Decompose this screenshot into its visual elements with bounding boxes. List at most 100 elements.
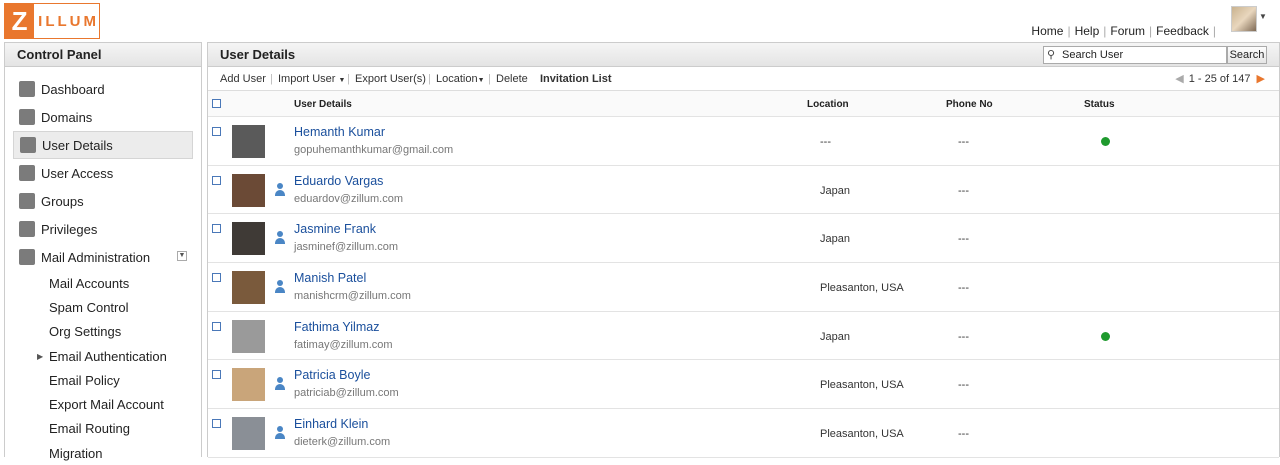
avatar: [232, 271, 265, 305]
sidebar-subitem-email-authentication[interactable]: ▶ Email Authentication: [5, 344, 201, 368]
export-users-button[interactable]: Export User(s): [355, 73, 426, 85]
feedback-link[interactable]: Feedback: [1156, 24, 1209, 38]
user-icon: [274, 231, 286, 245]
sidebar-item-mail-administration[interactable]: Mail Administration ▼: [13, 243, 193, 271]
sidebar-item-groups[interactable]: Groups: [13, 187, 193, 215]
import-user-button[interactable]: Import User ▼: [278, 73, 345, 85]
row-checkbox[interactable]: [212, 175, 221, 185]
table-row[interactable]: Patricia Boyle patriciab@zillum.com Pleasa…: [208, 360, 1279, 410]
user-icon: [274, 280, 286, 294]
user-phone: ---: [958, 233, 969, 246]
pager: ◀ 1 - 25 of 147 ▶: [1175, 72, 1265, 85]
toolbar: Add User | Import User ▼ | Export User(s…: [208, 67, 1279, 91]
expand-triangle-icon[interactable]: ▶: [37, 352, 43, 361]
caret-down-icon[interactable]: ▼: [1259, 12, 1267, 21]
table-row[interactable]: Manish Patel manishcrm@zillum.com Pleasant…: [208, 263, 1279, 312]
home-link[interactable]: Home: [1031, 24, 1063, 38]
sidebar-subitem-export-mail-account[interactable]: Export Mail Account: [5, 392, 201, 416]
sidebar-item-user-access[interactable]: User Access: [13, 159, 193, 187]
forum-link[interactable]: Forum: [1110, 24, 1145, 38]
expand-icon[interactable]: ▼: [177, 251, 187, 261]
table-row[interactable]: Jasmine Frank jasminef@zillum.com Japan ---: [208, 214, 1279, 264]
row-checkbox[interactable]: [212, 273, 221, 283]
domains-icon: [19, 109, 35, 125]
user-email: patriciab@zillum.com: [294, 387, 399, 400]
user-access-icon: [19, 165, 35, 181]
user-name[interactable]: Eduardo Vargas: [294, 174, 383, 188]
status-online-icon: [1101, 331, 1110, 341]
column-location[interactable]: Location: [807, 99, 849, 110]
sidebar-item-dashboard[interactable]: Dashboard: [13, 75, 193, 103]
zillum-logo[interactable]: Z ILLUM: [4, 3, 100, 39]
sidebar-subitem-spam-control[interactable]: Spam Control: [5, 295, 201, 319]
table-row[interactable]: Hemanth Kumar gopuhemanthkumar@gmail.com -…: [208, 117, 1279, 166]
add-user-button[interactable]: Add User: [220, 73, 266, 85]
top-bar: Z ILLUM Home | Help | Forum | Feedback | ▼: [0, 0, 1280, 42]
sidebar-subitem-org-settings[interactable]: Org Settings: [5, 320, 201, 344]
sidebar-item-label: User Access: [41, 165, 114, 181]
caret-down-icon: ▼: [477, 77, 485, 84]
account-avatar[interactable]: [1231, 6, 1257, 32]
import-user-label: Import User: [278, 73, 336, 85]
search-input[interactable]: ⚲ Search User: [1043, 46, 1227, 64]
sidebar-item-label: Domains: [41, 109, 93, 125]
table-row[interactable]: Eduardo Vargas eduardov@zillum.com Japan --…: [208, 166, 1279, 215]
table-row[interactable]: Einhard Klein dieterk@zillum.com Pleasanto…: [208, 409, 1279, 458]
column-phone[interactable]: Phone No: [946, 99, 993, 110]
user-location: Japan: [820, 330, 850, 343]
row-checkbox[interactable]: [212, 127, 221, 136]
next-page-icon[interactable]: ▶: [1257, 73, 1265, 85]
sidebar-subitem-mail-accounts[interactable]: Mail Accounts: [5, 271, 201, 295]
user-icon: [274, 182, 286, 197]
sidebar-subitem-label: Spam Control: [49, 299, 129, 315]
avatar: [232, 368, 265, 402]
user-email: manishcrm@zillum.com: [294, 290, 411, 303]
user-email: jasminef@zillum.com: [294, 241, 399, 254]
sidebar-item-label: Privileges: [41, 221, 98, 237]
column-status[interactable]: Status: [1084, 99, 1115, 110]
user-name[interactable]: Hemanth Kumar: [294, 125, 385, 139]
sidebar-subitem-email-routing[interactable]: Email Routing: [5, 417, 201, 441]
column-user-details[interactable]: User Details: [294, 99, 352, 110]
row-checkbox[interactable]: [212, 419, 221, 429]
sidebar-subitem-email-policy[interactable]: Email Policy: [5, 368, 201, 392]
sidebar-item-privileges[interactable]: Privileges: [13, 215, 193, 243]
search-placeholder: Search User: [1062, 49, 1124, 61]
user-name[interactable]: Manish Patel: [294, 271, 366, 285]
avatar: [232, 417, 265, 451]
row-checkbox[interactable]: [212, 370, 221, 380]
sidebar-item-label: Dashboard: [41, 81, 105, 97]
sidebar-item-user-details[interactable]: User Details: [13, 131, 193, 159]
sidebar-item-domains[interactable]: Domains: [13, 103, 193, 131]
invitation-list-button[interactable]: Invitation List: [540, 73, 612, 85]
avatar: [232, 125, 265, 158]
sidebar-item-label: User Details: [42, 137, 113, 153]
status-online-icon: [1101, 137, 1110, 146]
user-name[interactable]: Patricia Boyle: [294, 368, 370, 382]
location-dropdown[interactable]: Location▼: [436, 73, 485, 85]
delete-button[interactable]: Delete: [496, 73, 528, 85]
row-checkbox[interactable]: [212, 321, 221, 331]
sidebar-subitem-migration[interactable]: Migration: [5, 441, 201, 465]
user-icon: [20, 137, 36, 153]
avatar: [232, 222, 265, 256]
table-header: User Details Location Phone No Status: [208, 91, 1279, 117]
sidebar-list: Dashboard Domains User Details User Access G…: [5, 67, 201, 465]
user-name[interactable]: Einhard Klein: [294, 417, 368, 431]
user-name[interactable]: Jasmine Frank: [294, 222, 376, 236]
table-row[interactable]: Fathima Yilmaz fatimay@zillum.com Japan ---: [208, 312, 1279, 361]
user-name[interactable]: Fathima Yilmaz: [294, 320, 379, 334]
row-checkbox[interactable]: [212, 224, 221, 234]
top-links: Home | Help | Forum | Feedback |: [1031, 24, 1216, 38]
search-button[interactable]: Search: [1227, 46, 1267, 64]
help-link[interactable]: Help: [1075, 24, 1100, 38]
prev-page-icon[interactable]: ◀: [1175, 73, 1183, 85]
search-icon: ⚲: [1047, 49, 1056, 61]
user-phone: ---: [958, 428, 969, 441]
select-all-checkbox[interactable]: [212, 99, 221, 108]
user-location: ---: [820, 136, 831, 148]
sidebar-subitem-label: Migration: [49, 445, 103, 461]
sidebar-subitem-label: Export Mail Account: [49, 397, 164, 413]
sidebar: Control Panel Dashboard Domains User Detai…: [4, 42, 202, 461]
user-email: fatimay@zillum.com: [294, 338, 393, 351]
